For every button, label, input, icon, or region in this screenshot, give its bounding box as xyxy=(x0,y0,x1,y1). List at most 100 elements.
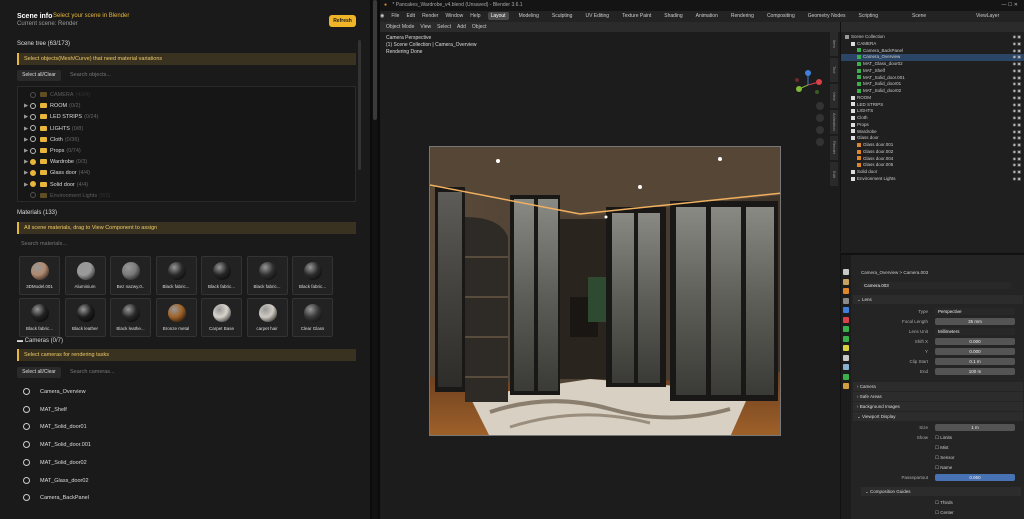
camera-item[interactable]: MAT_Glass_door02 xyxy=(17,474,356,488)
properties-tab-icon[interactable] xyxy=(843,307,849,313)
property-value[interactable]: Perspective xyxy=(935,308,1015,315)
scrollbar[interactable] xyxy=(358,40,361,170)
menu-item[interactable]: Render xyxy=(422,13,438,19)
property-row[interactable]: Type Perspective xyxy=(855,308,1023,316)
tree-item[interactable]: ▶ Solid door (4/4) xyxy=(24,180,88,190)
camera-radio[interactable] xyxy=(23,458,30,466)
material-thumbnail[interactable]: Black leather xyxy=(64,298,106,337)
property-value[interactable]: 0.000 xyxy=(935,338,1015,345)
outliner-row[interactable]: Glass door.002 ◉ ▣ xyxy=(841,149,1024,156)
outliner-row[interactable]: Camera_BackPanel ◉ ▣ xyxy=(841,48,1024,55)
visibility-icon[interactable]: ◉ ▣ xyxy=(1013,95,1021,102)
visibility-icon[interactable]: ◉ ▣ xyxy=(1013,129,1021,136)
refresh-button[interactable]: Refresh xyxy=(329,15,356,27)
tree-checkbox[interactable] xyxy=(30,147,36,154)
material-thumbnail[interactable]: Black fabric... xyxy=(155,256,197,295)
camera-item[interactable]: Camera_BackPanel xyxy=(17,491,356,505)
property-row[interactable]: ☐ Thirds xyxy=(855,499,1023,507)
viewport-nav-tools[interactable] xyxy=(816,102,826,150)
panel-splitter[interactable] xyxy=(372,0,378,519)
camera-radio[interactable] xyxy=(23,476,30,484)
material-thumbnail[interactable]: Black fabric... xyxy=(246,256,288,295)
property-value[interactable]: 100 m xyxy=(935,368,1015,375)
menu-item[interactable]: Window xyxy=(445,13,463,19)
collapsed-section-header[interactable]: › Safe Areas xyxy=(853,392,1023,401)
workspace-tab[interactable]: Rendering xyxy=(728,12,757,20)
outliner-row[interactable]: Glass door.001 ◉ ▣ xyxy=(841,142,1024,149)
material-thumbnail[interactable]: Bez nazwy.0.. xyxy=(110,256,151,295)
workspace-tab[interactable]: Animation xyxy=(693,12,721,20)
tree-item[interactable]: Environment Lights (0/2) xyxy=(24,191,110,201)
visibility-icon[interactable]: ◉ ▣ xyxy=(1013,135,1021,142)
viewport-menu-item[interactable]: Select xyxy=(437,24,451,30)
navigation-gizmo-icon[interactable] xyxy=(793,70,823,100)
visibility-icon[interactable]: ◉ ▣ xyxy=(1013,122,1021,129)
search-objects-input[interactable]: Search objects... xyxy=(66,70,351,81)
properties-tab-icon[interactable] xyxy=(843,326,849,332)
property-row[interactable]: ☐ Center xyxy=(855,509,1023,517)
visibility-icon[interactable]: ◉ ▣ xyxy=(1013,61,1021,68)
properties-tab-icon[interactable] xyxy=(843,297,849,304)
property-row[interactable]: Clip Start 0.1 m xyxy=(855,358,1023,366)
properties-tab-icon[interactable] xyxy=(843,373,849,380)
property-value[interactable]: 0.950 xyxy=(935,474,1015,481)
material-thumbnail[interactable]: Black fabric... xyxy=(292,256,333,295)
material-thumbnail[interactable]: Aluminium xyxy=(64,256,106,295)
camera-radio[interactable] xyxy=(23,423,30,431)
search-cameras-input[interactable]: Search cameras... xyxy=(66,367,351,378)
property-row[interactable]: Y 0.000 xyxy=(855,348,1023,356)
n-panel-tabs[interactable]: Item Tool View Animation Render Edit xyxy=(830,32,840,232)
properties-tab-icon[interactable] xyxy=(843,316,849,323)
visibility-icon[interactable]: ◉ ▣ xyxy=(1013,156,1021,163)
composition-guides-header[interactable]: ⌄ Composition Guides xyxy=(861,487,1021,496)
outliner-row[interactable]: Environment Lights ◉ ▣ xyxy=(841,176,1024,183)
outliner-row[interactable]: LIGHTS ◉ ▣ xyxy=(841,108,1024,115)
material-thumbnail[interactable]: Black fabric... xyxy=(19,298,60,337)
visibility-icon[interactable]: ◉ ▣ xyxy=(1013,115,1021,122)
outliner-row[interactable]: Glass door.004 ◉ ▣ xyxy=(841,156,1024,163)
lens-section-header[interactable]: ⌄ Lens xyxy=(853,295,1023,304)
property-value[interactable]: 0.1 m xyxy=(935,358,1015,365)
outliner-row[interactable]: ROOM ◉ ▣ xyxy=(841,95,1024,102)
expand-arrow-icon[interactable]: ▶ xyxy=(24,135,30,145)
visibility-icon[interactable]: ◉ ▣ xyxy=(1013,176,1021,183)
viewport-menu-item[interactable]: Add xyxy=(457,24,466,30)
viewport-menu-item[interactable]: Object xyxy=(472,24,486,30)
properties-tab-icon[interactable] xyxy=(843,269,849,275)
visibility-icon[interactable]: ◉ ▣ xyxy=(1013,162,1021,169)
property-row[interactable]: Size 1 m xyxy=(855,424,1023,432)
tree-checkbox[interactable] xyxy=(30,169,36,176)
collapsed-section-header[interactable]: ⌄ Viewport Display xyxy=(853,412,1023,421)
tree-checkbox[interactable] xyxy=(30,102,36,109)
tree-checkbox[interactable] xyxy=(30,91,36,98)
visibility-icon[interactable]: ◉ ▣ xyxy=(1013,108,1021,115)
checkbox[interactable]: ☐ Thirds xyxy=(935,499,953,507)
menu-item[interactable]: File xyxy=(391,13,399,19)
property-value[interactable]: 1 m xyxy=(935,424,1015,431)
outliner-row[interactable]: Glass door.005 ◉ ▣ xyxy=(841,162,1024,169)
workspace-tab[interactable]: UV Editing xyxy=(582,12,612,20)
property-row[interactable]: Focal Length 35 mm xyxy=(855,318,1023,326)
outliner-row[interactable]: MAT_Shelf ◉ ▣ xyxy=(841,68,1024,75)
camera-item[interactable]: MAT_Solid_door.001 xyxy=(17,438,356,452)
outliner-row[interactable]: MAT_Solid_door.001 ◉ ▣ xyxy=(841,75,1024,82)
menu-item[interactable]: Help xyxy=(470,13,480,19)
workspace-tab[interactable]: Scripting xyxy=(856,12,881,20)
material-thumbnail[interactable]: Black fabric... xyxy=(201,256,242,295)
outliner-row[interactable]: Camera_Overview ◉ ▣ xyxy=(841,54,1024,61)
camera-radio[interactable] xyxy=(23,388,30,396)
visibility-icon[interactable]: ◉ ▣ xyxy=(1013,54,1021,61)
property-row[interactable]: Passepartout 0.950 xyxy=(855,474,1023,482)
tree-item[interactable]: ▶ ROOM (0/2) xyxy=(24,101,80,111)
visibility-icon[interactable]: ◉ ▣ xyxy=(1013,34,1021,41)
viewport-menu-item[interactable]: View xyxy=(420,24,431,30)
tree-item[interactable]: ▶ Props (0/74) xyxy=(24,146,81,156)
tree-checkbox[interactable] xyxy=(30,181,36,188)
outliner-row[interactable]: MAT_Solid_door01 ◉ ▣ xyxy=(841,81,1024,88)
outliner-row[interactable]: Glass door ◉ ▣ xyxy=(841,135,1024,142)
property-value[interactable]: 35 mm xyxy=(935,318,1015,325)
outliner-row[interactable]: LED STRIPS ◉ ▣ xyxy=(841,102,1024,109)
outliner-row[interactable]: Props ◉ ▣ xyxy=(841,122,1024,129)
outliner-row[interactable]: Solid door ◉ ▣ xyxy=(841,169,1024,176)
property-row[interactable]: Lens Unit Millimeters xyxy=(855,328,1023,336)
